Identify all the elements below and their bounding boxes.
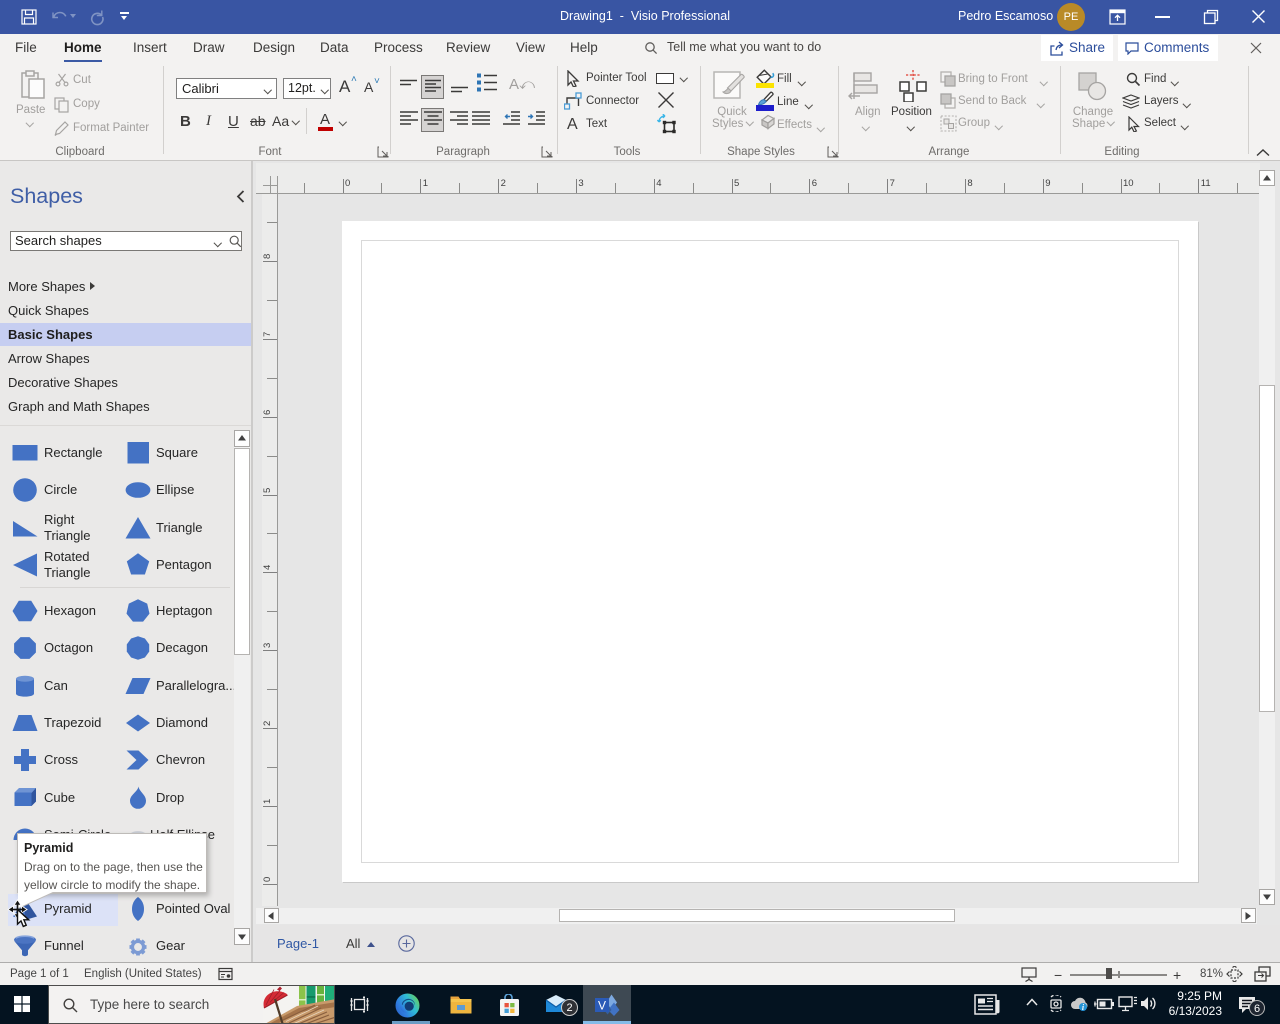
svg-text:V: V — [598, 999, 606, 1013]
